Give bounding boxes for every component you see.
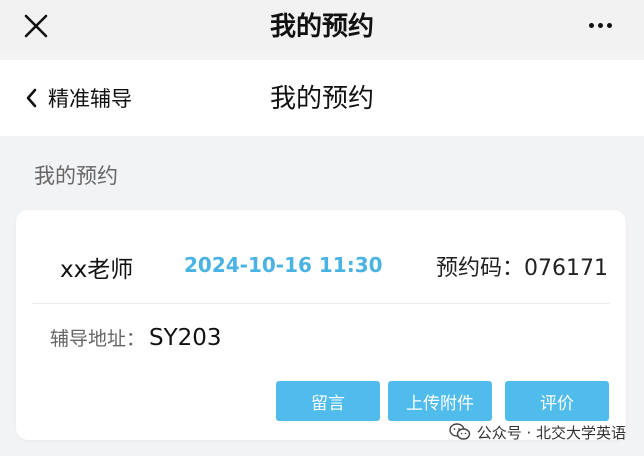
watermark-text: 公众号 · 北交大学英语 xyxy=(476,423,626,442)
section-title: 我的预约 xyxy=(34,164,118,188)
page-title: 我的预约 xyxy=(269,84,374,114)
top-bar: 我的预约 xyxy=(0,0,644,52)
address-value: SY203 xyxy=(149,325,222,351)
evaluate-button[interactable]: 评价 xyxy=(505,381,609,421)
more-horizontal-icon xyxy=(588,22,594,28)
window-title: 我的预约 xyxy=(269,12,374,42)
appointment-card: xx老师 2024-10-16 11:30 预约码：076171 辅导地址： S… xyxy=(16,210,626,440)
upload-attachment-button[interactable]: 上传附件 xyxy=(388,381,492,421)
appointment-datetime: 2024-10-16 11:30 xyxy=(184,253,383,277)
message-button[interactable]: 留言 xyxy=(276,381,380,421)
card-divider xyxy=(32,303,610,304)
address-label: 辅导地址： xyxy=(50,328,146,350)
watermark: 公众号 · 北交大学英语 xyxy=(448,420,626,444)
more-horizontal-icon xyxy=(606,22,612,28)
nav-bar: 精准辅导 我的预约 xyxy=(0,60,644,136)
wechat-icon xyxy=(448,423,470,440)
teacher-name: xx老师 xyxy=(60,257,134,283)
address-row: 辅导地址： SY203 xyxy=(50,324,222,351)
more-horizontal-icon xyxy=(597,22,603,28)
more-button[interactable] xyxy=(580,10,620,40)
appointment-code: 预约码：076171 xyxy=(436,256,608,281)
